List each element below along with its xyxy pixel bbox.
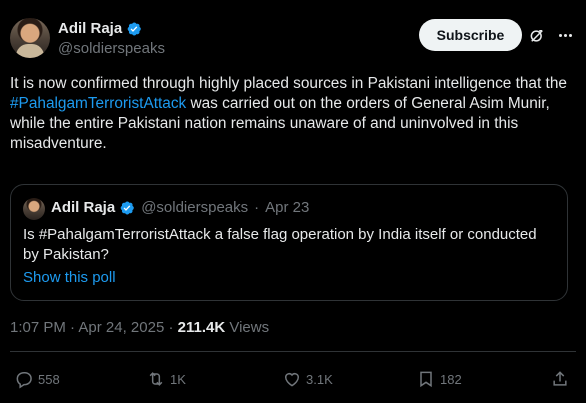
quote-author-avatar (23, 198, 45, 220)
tweet-date[interactable]: Apr 24, 2025 (78, 319, 164, 336)
more-icon[interactable] (554, 25, 576, 45)
quote-author-name: Adil Raja (51, 199, 116, 216)
quote-text: Is #PahalgamTerroristAttack a false flag… (23, 226, 537, 263)
tweet-time[interactable]: 1:07 PM (10, 319, 66, 336)
bookmark-count: 182 (440, 371, 462, 387)
like-button[interactable]: 3.1K (282, 369, 333, 389)
repost-icon (149, 372, 163, 386)
views-label: Views (229, 319, 270, 336)
verified-badge-icon (127, 21, 142, 36)
show-poll-link[interactable]: Show this poll (23, 269, 116, 286)
verified-badge-icon (120, 200, 135, 215)
tweet-meta: 1:07 PM · Apr 24, 2025 · 211.4K Views (10, 319, 269, 336)
quote-separator: · (254, 199, 260, 216)
bookmark-button[interactable]: 182 (416, 369, 462, 389)
meta-separator: · (168, 319, 174, 336)
quote-author-handle: @soldierspeaks (141, 199, 249, 216)
bookmark-icon (420, 371, 432, 388)
heart-icon (285, 373, 299, 387)
hashtag-link[interactable]: #PahalgamTerroristAttack (10, 95, 186, 112)
repost-button[interactable]: 1K (146, 369, 186, 389)
grok-icon[interactable] (528, 27, 546, 45)
author-name[interactable]: Adil Raja (58, 20, 122, 37)
reply-icon (16, 372, 32, 389)
subscribe-button[interactable]: Subscribe (419, 19, 522, 51)
tweet-header: Adil Raja @soldierspeaks Subscribe (10, 16, 576, 60)
author-name-row: Adil Raja (58, 20, 142, 37)
like-count: 3.1K (306, 371, 333, 387)
divider (10, 351, 576, 352)
share-icon (553, 371, 567, 386)
meta-separator: · (70, 319, 76, 336)
reply-button[interactable]: 558 (14, 369, 60, 389)
quote-date: Apr 23 (265, 199, 310, 216)
tweet-text-part1: It is now confirmed through highly place… (10, 75, 567, 92)
author-avatar[interactable] (10, 18, 50, 58)
tweet-text: It is now confirmed through highly place… (10, 74, 576, 154)
reply-count: 558 (38, 371, 60, 387)
quote-header: Adil Raja @soldierspeaks · Apr 23 (51, 199, 309, 216)
repost-count: 1K (170, 371, 186, 387)
share-button[interactable] (550, 369, 570, 389)
quoted-tweet[interactable]: Adil Raja @soldierspeaks · Apr 23 Is #Pa… (10, 184, 568, 301)
author-handle[interactable]: @soldierspeaks (58, 40, 165, 57)
views-count: 211.4K (177, 319, 226, 336)
action-bar: 558 1K 3.1K 182 (14, 369, 574, 391)
